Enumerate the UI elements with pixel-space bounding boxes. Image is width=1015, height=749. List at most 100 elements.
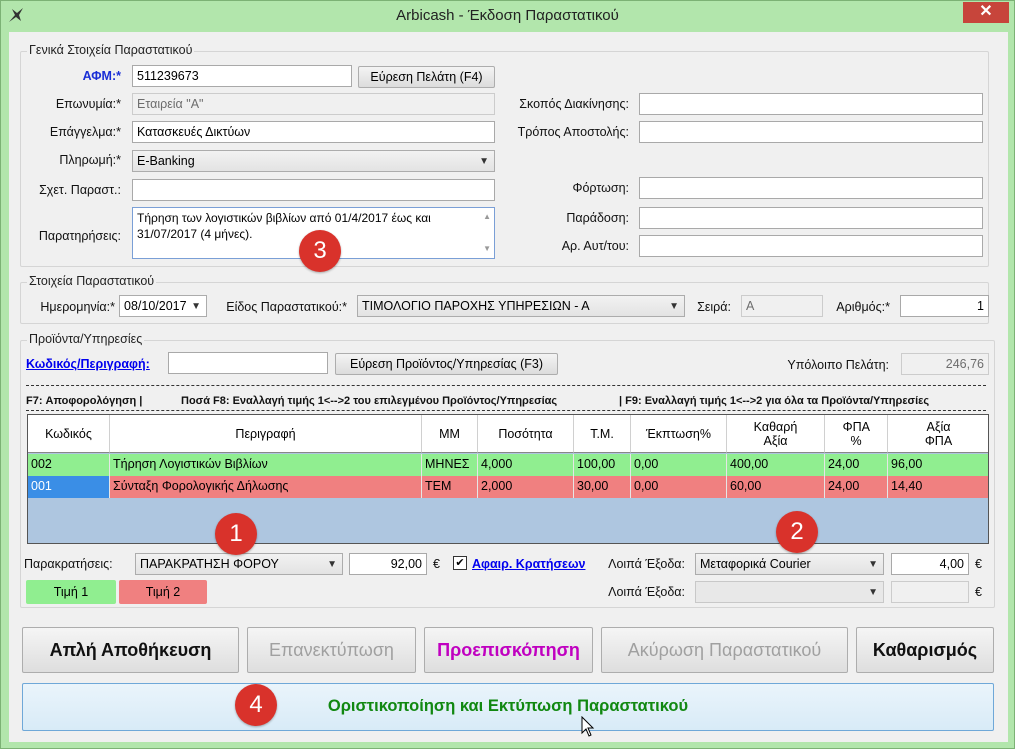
withholding-select[interactable]: ΠΑΡΑΚΡΑΤΗΣΗ ΦΟΡΟΥ ▼ [135,553,343,575]
number-input[interactable]: 1 [900,295,989,317]
other2-select[interactable]: ▼ [695,581,884,603]
vehicle-input[interactable] [639,235,983,257]
col-header-quantity[interactable]: Ποσότητα [478,415,574,453]
mouse-cursor-icon [581,716,595,737]
delivery-label: Παράδοση: [566,211,629,225]
close-button[interactable]: ✕ [963,2,1009,23]
hint-f8: Ποσά F8: Εναλλαγή τιμής 1<-->2 του επιλε… [181,395,558,407]
vehicle-label: Αρ. Αυτ/του: [561,239,629,253]
loading-label: Φόρτωση: [572,181,629,195]
col-header-vat-value[interactable]: Αξία ΦΠΑ [888,415,988,453]
date-label: Ημερομηνία:* [40,300,115,314]
other1-amount[interactable]: 4,00 [891,553,969,575]
withholding-label: Παρακρατήσεις: [24,557,113,571]
chevron-down-icon: ▼ [191,301,201,312]
col-header-price[interactable]: Τ.Μ. [574,415,631,453]
afm-input[interactable]: 511239673 [132,65,352,87]
title-bar: Arbicash - Έκδοση Παραστατικού ✕ [1,1,1014,31]
divider-top [26,385,986,386]
find-product-button[interactable]: Εύρεση Προϊόντος/Υπηρεσίας (F3) [335,353,558,375]
payment-select[interactable]: E-Banking ▼ [132,150,495,172]
col-header-code[interactable]: Κωδικός [28,415,110,453]
other1-select[interactable]: Μεταφορικά Courier ▼ [695,553,884,575]
cell-net: 60,00 [727,476,825,498]
euro-symbol: € [433,557,440,571]
withholding-value: ΠΑΡΑΚΡΑΤΗΣΗ ΦΟΡΟΥ [140,557,279,571]
euro-symbol: € [975,557,982,571]
hint-f9: | F9: Εναλλαγή τιμής 1<-->2 για όλα τα Π… [619,395,930,407]
purpose-input[interactable] [639,93,983,115]
cell-description: Τήρηση Λογιστικών Βιβλίων [110,454,422,476]
other2-amount[interactable] [891,581,969,603]
cell-vat: 24,00 [825,454,888,476]
deduct-link[interactable]: Αφαιρ. Κρατήσεων [472,557,585,571]
clear-button[interactable]: Καθαρισμός [856,627,994,673]
delivery-input[interactable] [639,207,983,229]
check-icon: ✔ [455,557,465,569]
divider-bottom [26,410,986,411]
afm-label: ΑΦΜ:* [82,69,121,83]
price2-button[interactable]: Τιμή 2 [119,580,207,604]
document-group-title: Στοιχεία Παραστατικού [27,274,157,288]
cell-discount: 0,00 [631,476,727,498]
chevron-down-icon: ▼ [669,301,679,312]
window-title: Arbicash - Έκδοση Παραστατικού [396,7,619,24]
euro-symbol: € [975,585,982,599]
chevron-down-icon: ▼ [479,156,489,167]
annotation-badge-1: 1 [215,513,257,555]
cell-quantity: 2,000 [478,476,574,498]
find-customer-button[interactable]: Εύρεση Πελάτη (F4) [358,66,495,88]
cell-code: 002 [28,454,110,476]
cell-price: 100,00 [574,454,631,476]
other2-label: Λοιπά Έξοδα: [608,585,685,599]
col-header-unit[interactable]: ΜΜ [422,415,478,453]
save-button[interactable]: Απλή Αποθήκευση [22,627,239,673]
name-input[interactable]: Εταιρεία "Α" [132,93,495,115]
cancel-document-button[interactable]: Ακύρωση Παραστατικού [601,627,848,673]
cell-discount: 0,00 [631,454,727,476]
cell-unit: ΜΗΝΕΣ [422,454,478,476]
shipping-label: Τρόπος Αποστολής: [517,125,629,139]
price1-button[interactable]: Τιμή 1 [26,580,116,604]
product-code-input[interactable] [168,352,328,374]
annotation-badge-4: 4 [235,684,277,726]
form-body: Γενικά Στοιχεία Παραστατικού ΑΦΜ:* 51123… [9,32,1008,742]
annotation-badge-3: 3 [299,230,341,272]
products-table[interactable]: Κωδικός Περιγραφή ΜΜ Ποσότητα Τ.Μ. Έκπτω… [27,414,989,544]
col-header-net[interactable]: Καθαρή Αξία [727,415,825,453]
deduct-checkbox[interactable]: ✔ [453,556,467,570]
related-input[interactable] [132,179,495,201]
col-header-description[interactable]: Περιγραφή [110,415,422,453]
chevron-down-icon: ▼ [327,559,337,570]
cell-vat-value: 96,00 [888,454,988,476]
cell-vat: 24,00 [825,476,888,498]
date-picker[interactable]: 08/10/2017 ▼ [119,295,207,317]
reprint-button[interactable]: Επανεκτύπωση [247,627,416,673]
finalize-print-button[interactable]: Οριστικοποίηση και Εκτύπωση Παραστατικού [22,683,994,731]
doctype-select[interactable]: ΤΙΜΟΛΟΓΙΟ ΠΑΡΟΧΗΣ ΥΠΗΡΕΣΙΩΝ - Α ▼ [357,295,685,317]
other1-value: Μεταφορικά Courier [700,557,811,571]
loading-input[interactable] [639,177,983,199]
preview-button[interactable]: Προεπισκόπηση [424,627,593,673]
table-row[interactable]: 001 Σύνταξη Φορολογικής Δήλωσης ΤΕΜ 2,00… [28,476,988,498]
chevron-down-icon: ▼ [868,587,878,598]
number-label: Αριθμός:* [836,300,890,314]
payment-label: Πληρωμή:* [59,153,121,167]
table-row[interactable]: 002 Τήρηση Λογιστικών Βιβλίων ΜΗΝΕΣ 4,00… [28,454,988,476]
hint-f7: F7: Αποφορολόγηση | [26,395,143,407]
shipping-input[interactable] [639,121,983,143]
col-header-discount[interactable]: Έκπτωση% [631,415,727,453]
doctype-label: Είδος Παραστατικού:* [226,300,347,314]
cell-unit: ΤΕΜ [422,476,478,498]
products-group-title: Προϊόντα/Υπηρεσίες [27,332,145,346]
series-label: Σειρά: [697,300,731,314]
series-input[interactable]: Α [741,295,823,317]
col-header-vat[interactable]: ΦΠΑ % [825,415,888,453]
cell-vat-value: 14,40 [888,476,988,498]
withholding-amount[interactable]: 92,00 [349,553,427,575]
related-label: Σχετ. Παραστ.: [39,183,121,197]
product-code-link[interactable]: Κωδικός/Περιγραφή: [26,357,150,371]
balance-input[interactable]: 246,76 [901,353,989,375]
payment-value: E-Banking [137,154,195,168]
job-input[interactable]: Κατασκευές Δικτύων [132,121,495,143]
